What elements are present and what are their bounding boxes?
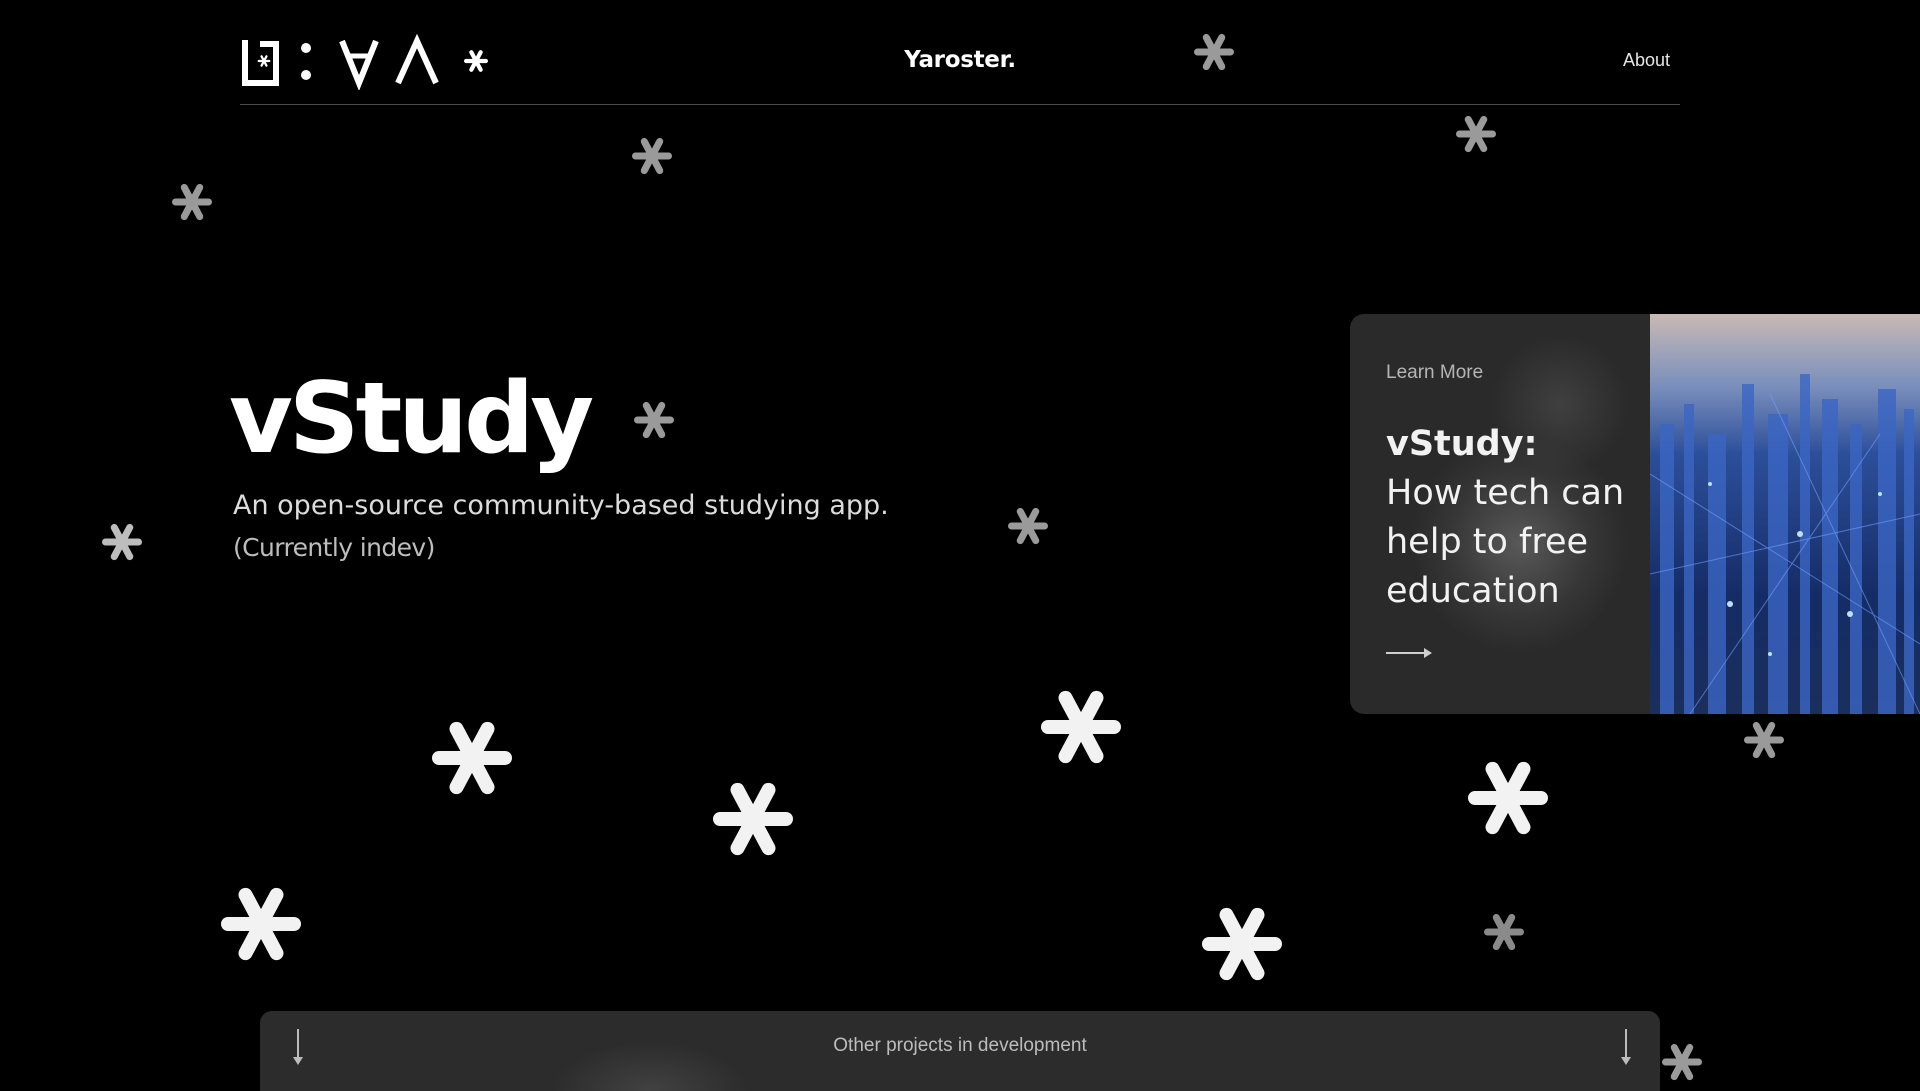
hero-subtitle: An open-source community-based studying … bbox=[233, 490, 889, 521]
hero-title: vStudy bbox=[229, 362, 594, 476]
site-header: Yaroster. About bbox=[240, 0, 1680, 105]
nav-about-link[interactable]: About bbox=[1623, 50, 1670, 71]
learn-more-card[interactable]: Learn More vStudy: How tech can help to … bbox=[1350, 314, 1920, 714]
card-title-line1: vStudy: bbox=[1386, 424, 1538, 464]
arrow-right-icon[interactable] bbox=[1386, 646, 1434, 660]
asterisk-icon bbox=[1194, 32, 1234, 72]
asterisk-icon bbox=[172, 182, 212, 222]
card-title: vStudy: How tech can help to free educat… bbox=[1386, 420, 1636, 616]
asterisk-icon bbox=[102, 522, 142, 562]
asterisk-icon bbox=[1744, 720, 1784, 760]
asterisk-icon bbox=[1041, 688, 1121, 766]
learn-more-label[interactable]: Learn More bbox=[1386, 362, 1483, 384]
other-projects-label[interactable]: Other projects in development bbox=[260, 1035, 1660, 1057]
asterisk-icon bbox=[221, 885, 301, 963]
other-projects-bar[interactable]: Other projects in development bbox=[260, 1011, 1660, 1091]
city-network-image bbox=[1650, 314, 1920, 714]
asterisk-icon bbox=[1468, 759, 1548, 837]
asterisk-icon bbox=[713, 780, 793, 858]
asterisk-icon bbox=[1008, 506, 1048, 546]
asterisk-icon bbox=[1202, 905, 1282, 983]
asterisk-icon bbox=[1484, 912, 1524, 952]
arrow-down-icon bbox=[1621, 1029, 1631, 1065]
asterisk-icon bbox=[432, 719, 512, 797]
asterisk-icon bbox=[634, 400, 674, 440]
brand-name[interactable]: Yaroster. bbox=[240, 47, 1680, 73]
asterisk-icon bbox=[1662, 1042, 1702, 1082]
card-title-rest: How tech can help to free education bbox=[1386, 473, 1625, 611]
hero-status-note: (Currently indev) bbox=[233, 533, 435, 562]
asterisk-icon bbox=[1456, 114, 1496, 154]
asterisk-icon bbox=[632, 136, 672, 176]
